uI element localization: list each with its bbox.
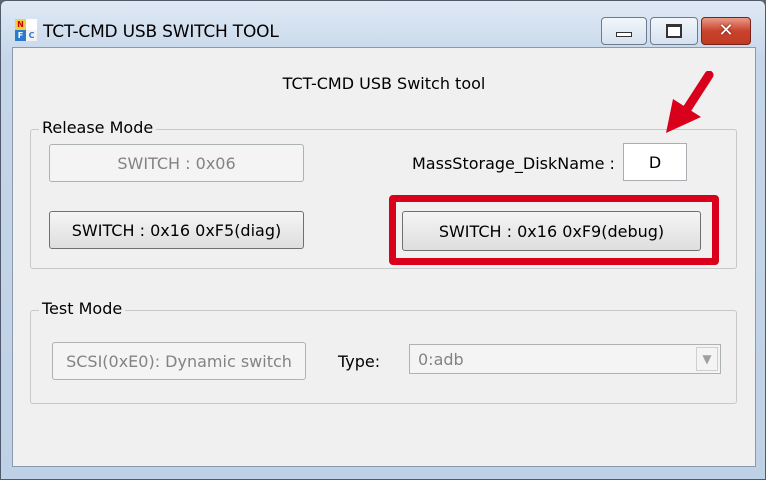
type-label: Type: xyxy=(338,352,381,371)
maximize-button[interactable] xyxy=(650,17,698,45)
maximize-icon xyxy=(666,24,682,38)
app-icon-cell-c: C xyxy=(26,30,37,41)
window-title: TCT-CMD USB SWITCH TOOL xyxy=(43,22,279,42)
type-select-value: 0:adb xyxy=(418,350,464,369)
page-title: TCT-CMD USB Switch tool xyxy=(282,74,486,93)
red-arrow-icon xyxy=(666,71,714,133)
switch-diag-button[interactable]: SWITCH : 0x16 0xF5(diag) xyxy=(49,211,304,249)
app-icon-cell-f: F xyxy=(15,30,26,41)
disk-name-label: MassStorage_DiskName : xyxy=(412,154,615,173)
minimize-button[interactable] xyxy=(601,17,647,45)
title-bar[interactable]: N F C TCT-CMD USB SWITCH TOOL ✕ xyxy=(1,1,765,45)
annotation-highlight-box xyxy=(389,195,719,265)
switch-0x06-button[interactable]: SWITCH : 0x06 xyxy=(49,144,304,182)
release-mode-legend: Release Mode xyxy=(39,118,157,137)
type-select[interactable]: 0:adb ▼ xyxy=(409,344,721,374)
app-window: N F C TCT-CMD USB SWITCH TOOL ✕ TCT-CMD … xyxy=(0,0,766,480)
app-icon-cell-blank xyxy=(26,19,37,30)
scsi-dynamic-switch-button[interactable]: SCSI(0xE0): Dynamic switch xyxy=(52,342,306,380)
minimize-icon xyxy=(616,31,632,37)
app-icon: N F C xyxy=(15,19,37,41)
close-button[interactable]: ✕ xyxy=(701,17,751,45)
chevron-down-icon[interactable]: ▼ xyxy=(696,347,718,371)
close-icon: ✕ xyxy=(718,20,734,41)
test-mode-legend: Test Mode xyxy=(39,299,126,318)
disk-name-input[interactable]: D xyxy=(623,143,687,181)
app-icon-cell-n: N xyxy=(15,19,26,30)
